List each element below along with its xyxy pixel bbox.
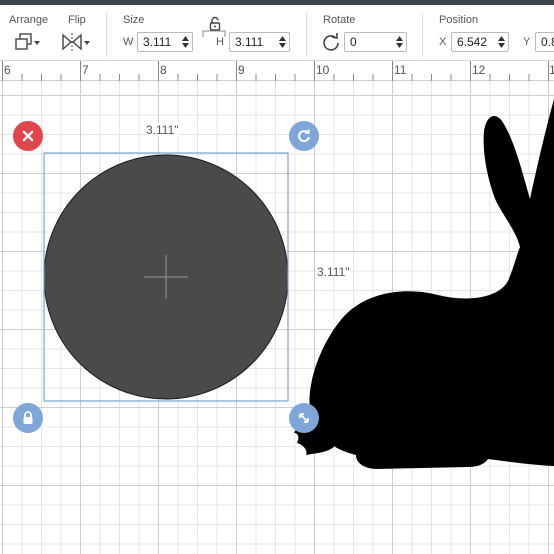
rotate-icon-wrap	[321, 32, 341, 52]
flip-label: Flip	[68, 14, 86, 26]
rotate-handle-icon	[298, 129, 310, 143]
x-field[interactable]: 6.542	[451, 32, 509, 52]
resize-icon	[299, 413, 309, 423]
toolbar-divider	[106, 13, 107, 57]
width-field[interactable]: 3.111	[137, 32, 193, 52]
size-label: Size	[123, 14, 145, 26]
toolbar-divider	[306, 13, 307, 57]
x-stepper[interactable]	[495, 33, 508, 51]
ruler-number: 7	[82, 63, 89, 77]
delete-handle[interactable]	[13, 121, 43, 151]
toolbar-divider	[422, 13, 423, 57]
resize-handle[interactable]	[289, 403, 319, 433]
width-stepper[interactable]	[179, 33, 192, 51]
stepper-arrows-icon	[498, 36, 505, 48]
ruler-number: 9	[238, 63, 245, 77]
y-letter: Y	[523, 36, 531, 48]
ruler-number: 12	[472, 63, 486, 77]
horizontal-ruler: 6 7 8 9 10 11 12 1	[0, 61, 554, 81]
height-dimension-label: 3.111"	[317, 265, 350, 279]
position-label: Position	[439, 14, 479, 26]
rotate-handle[interactable]	[289, 121, 319, 151]
selected-circle[interactable]	[43, 154, 289, 400]
close-icon	[22, 130, 34, 142]
stepper-arrows-icon	[396, 36, 403, 48]
rotate-stepper[interactable]	[393, 33, 406, 51]
x-letter: X	[439, 36, 447, 48]
ruler-number: 1	[549, 63, 554, 77]
width-value: 3.111	[143, 35, 172, 49]
lock-handle[interactable]	[13, 403, 43, 433]
rotate-value: 0	[350, 35, 357, 49]
design-canvas[interactable]: 3.111" 3.111"	[0, 81, 554, 554]
stepper-arrows-icon	[279, 36, 286, 48]
lock-icon	[23, 411, 33, 424]
ruler-number: 11	[394, 63, 407, 77]
width-letter: W	[123, 36, 134, 48]
stepper-arrows-icon	[182, 36, 189, 48]
ruler-number: 10	[316, 63, 330, 77]
width-dimension-label: 3.111"	[146, 123, 179, 137]
edit-toolbar: Arrange Flip Size W 3.111 H 3.111 Rotate…	[0, 5, 554, 61]
height-letter: H	[216, 36, 224, 48]
y-value: 0.8	[541, 35, 554, 49]
height-value: 3.111	[235, 35, 264, 49]
arrange-label: Arrange	[9, 14, 49, 26]
rotate-field[interactable]: 0	[344, 32, 407, 52]
ruler-number: 6	[4, 63, 11, 77]
y-field[interactable]: 0.8	[535, 32, 554, 52]
flip-icon	[62, 33, 90, 51]
rabbit-silhouette[interactable]	[294, 99, 554, 469]
height-stepper[interactable]	[276, 33, 289, 51]
x-value: 6.542	[457, 35, 488, 49]
height-field[interactable]: 3.111	[229, 32, 290, 52]
flip-button[interactable]	[61, 32, 91, 52]
rotate-label: Rotate	[323, 14, 356, 26]
arrange-icon	[15, 33, 40, 50]
ruler-number: 8	[160, 63, 167, 77]
canvas-objects	[43, 99, 554, 469]
rotate-icon	[323, 33, 339, 51]
arrange-button[interactable]	[14, 32, 42, 52]
